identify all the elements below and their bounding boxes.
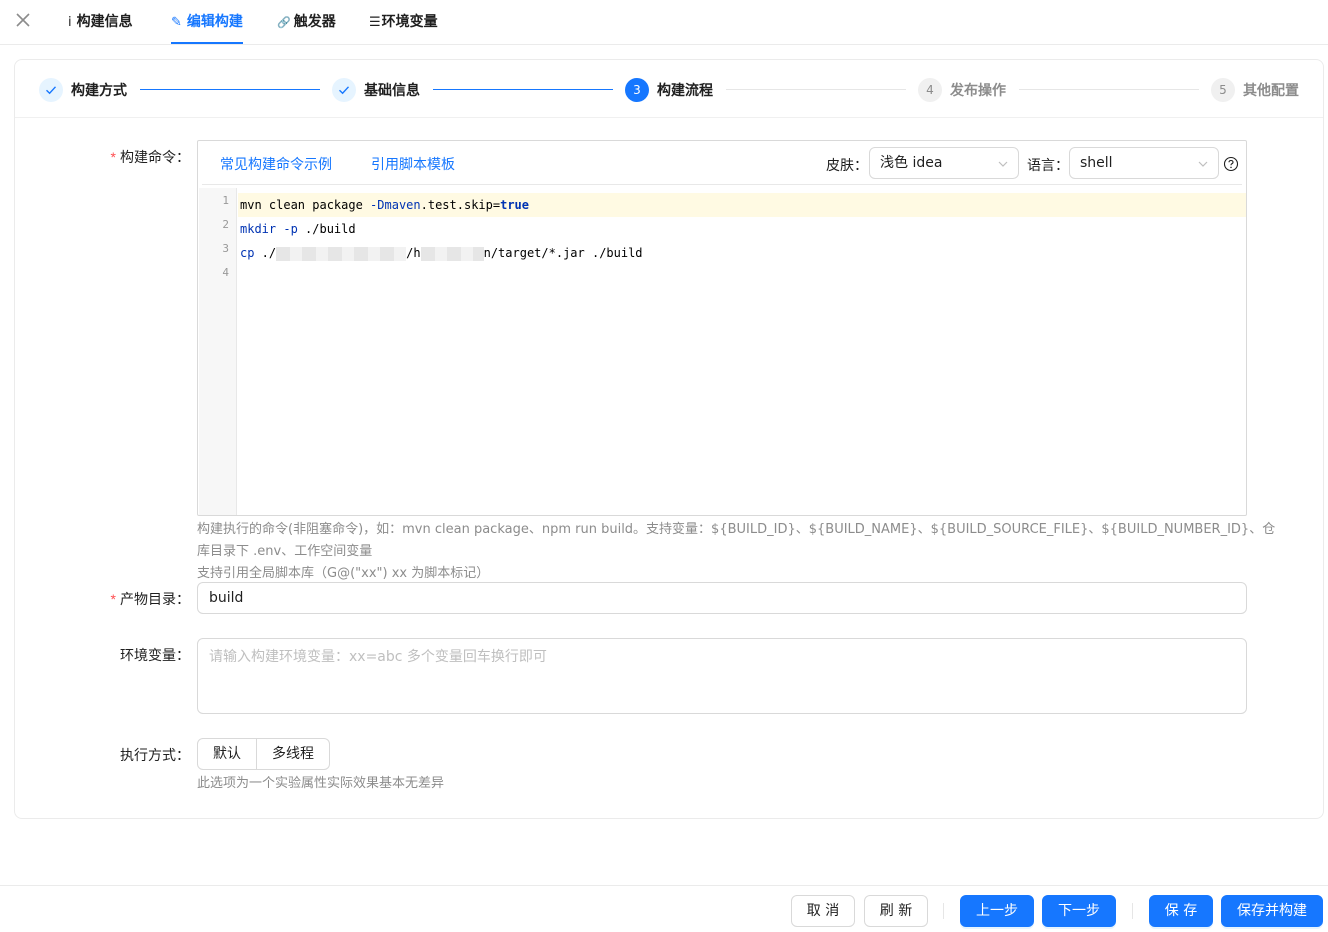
redacted-text (276, 246, 407, 261)
refresh-button[interactable]: 刷 新 (864, 895, 928, 927)
footer-bar: 取 消 刷 新 上一步 下一步 保 存 保存并构建 (0, 885, 1328, 932)
chevron-down-icon (1198, 161, 1208, 167)
check-icon (332, 78, 356, 102)
step-connector (726, 89, 906, 90)
line-number: 2 (222, 218, 229, 231)
editor-toolbar: 常见构建命令示例 引用脚本模板 皮肤： 浅色 idea 语言： shell (202, 143, 1242, 185)
steps-bar: 构建方式 基础信息 3 构建流程 4 发布操作 5 其他配置 (15, 60, 1323, 118)
next-step-button[interactable]: 下一步 (1042, 895, 1116, 927)
exec-default-option[interactable]: 默认 (197, 738, 257, 770)
artifact-dir-input[interactable]: build (197, 582, 1247, 614)
save-button[interactable]: 保 存 (1149, 895, 1213, 927)
line-number-gutter: 1 2 3 4 (199, 188, 237, 515)
chevron-down-icon (998, 161, 1008, 167)
step-build-method[interactable]: 构建方式 (39, 77, 127, 103)
link-icon: 🔗 (277, 16, 291, 29)
skin-label: 皮肤： (826, 158, 868, 174)
skin-select[interactable]: 浅色 idea (869, 147, 1019, 179)
prev-step-button[interactable]: 上一步 (960, 895, 1034, 927)
script-template-link[interactable]: 引用脚本模板 (371, 154, 455, 174)
step-number: 3 (625, 78, 649, 102)
exec-hint: 此选项为一个实验属性实际效果基本无差异 (197, 776, 445, 791)
step-build-flow[interactable]: 3 构建流程 (625, 77, 713, 103)
cancel-button[interactable]: 取 消 (791, 895, 855, 927)
command-hint: 库目录下 .env、工作空间变量 (197, 544, 373, 559)
close-icon[interactable] (14, 11, 32, 29)
command-editor: 常见构建命令示例 引用脚本模板 皮肤： 浅色 idea 语言： shell 1 … (197, 140, 1247, 516)
tab-edit-build[interactable]: ✎ 编辑构建 (171, 0, 243, 44)
language-label: 语言： (1027, 158, 1069, 174)
artifact-label: * 产物目录： (110, 591, 190, 608)
tab-trigger[interactable]: 🔗 触发器 (277, 0, 336, 44)
divider (943, 903, 944, 919)
exec-multithread-option[interactable]: 多线程 (257, 738, 330, 770)
language-select[interactable]: shell (1069, 147, 1219, 179)
env-label: 环境变量： (120, 648, 190, 664)
step-other-config[interactable]: 5 其他配置 (1211, 77, 1299, 103)
line-number: 4 (222, 266, 229, 279)
command-example-link[interactable]: 常见构建命令示例 (220, 154, 332, 174)
line-number: 1 (222, 194, 229, 207)
edit-icon: ✎ (171, 15, 182, 30)
step-number: 5 (1211, 78, 1235, 102)
code-line: cp .//h n/target/*.jar ./build (240, 246, 643, 261)
command-hint: 支持引用全局脚本库（G@("xx") xx 为脚本标记） (197, 566, 490, 581)
tab-bar: i 构建信息 ✎ 编辑构建 🔗 触发器 ☰环境变量 (0, 0, 1328, 45)
exec-label: 执行方式： (120, 748, 190, 764)
command-label: * 构建命令： (110, 149, 190, 166)
save-and-build-button[interactable]: 保存并构建 (1221, 895, 1323, 927)
exec-mode-group: 默认 多线程 (197, 738, 330, 770)
step-basic-info[interactable]: 基础信息 (332, 77, 420, 103)
code-text-area[interactable]: mvn clean package -Dmaven.test.skip=true… (238, 188, 1246, 515)
tab-env-vars[interactable]: ☰环境变量 (369, 0, 438, 44)
list-icon: ☰ (369, 15, 381, 30)
redacted-text (420, 246, 484, 261)
step-publish[interactable]: 4 发布操作 (918, 77, 1006, 103)
required-mark: * (110, 591, 116, 607)
info-icon: i (68, 15, 72, 30)
tab-build-info[interactable]: i 构建信息 (68, 0, 133, 44)
step-connector (433, 89, 613, 90)
line-number: 3 (222, 242, 229, 255)
divider (1132, 903, 1133, 919)
code-line: mkdir -p ./build (240, 222, 356, 236)
command-hint: 构建执行的命令(非阻塞命令)，如：mvn clean package、npm r… (197, 522, 1276, 537)
required-mark: * (110, 149, 116, 165)
step-connector (140, 89, 320, 90)
env-vars-textarea[interactable]: 请输入构建环境变量：xx=abc 多个变量回车换行即可 (197, 638, 1247, 714)
check-icon (39, 78, 63, 102)
step-number: 4 (918, 78, 942, 102)
step-connector (1019, 89, 1199, 90)
question-circle-icon[interactable] (1223, 156, 1239, 172)
code-line: mvn clean package -Dmaven.test.skip=true (238, 193, 1246, 217)
